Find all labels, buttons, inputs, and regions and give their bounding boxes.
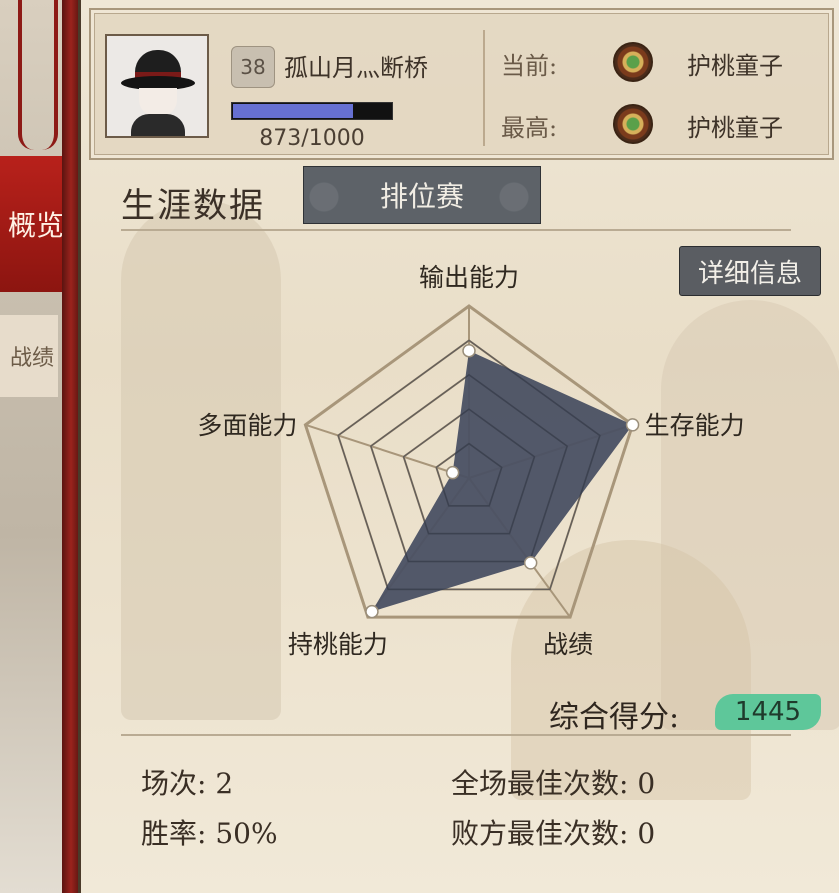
tab-overview[interactable]: 概览 (0, 156, 70, 292)
stat-matches: 场次: 2 (141, 767, 234, 800)
radar-axis-label: 输出能力 (419, 263, 519, 292)
current-rank-label: 当前: (501, 52, 558, 80)
stat-win-rate: 胜率: 50% (141, 817, 278, 850)
score-label: 综合得分: (549, 700, 680, 735)
exp-progress-fill (233, 104, 353, 118)
radar-point-2 (625, 418, 640, 432)
radar-point-3 (523, 556, 538, 570)
background-mountain (511, 540, 751, 800)
current-rank-name: 护桃童子 (687, 52, 783, 80)
divider (121, 734, 791, 736)
stat-svp-count: 败方最佳次数: 0 (451, 817, 656, 850)
highest-rank-label: 最高: (501, 114, 558, 142)
player-header: 38 孤山月灬断桥 873/1000 当前: 护桃童子 最高: 护桃童子 (89, 8, 834, 160)
career-panel: 38 孤山月灬断桥 873/1000 当前: 护桃童子 最高: 护桃童子 生涯数… (78, 0, 839, 893)
radar-spoke (468, 423, 633, 479)
mode-tab-ranked[interactable]: 排位赛 (303, 166, 541, 224)
radar-ring (402, 407, 536, 535)
career-title: 生涯数据 (121, 186, 265, 226)
divider (483, 30, 485, 146)
rank-medal-icon (613, 104, 653, 144)
radar-ring (336, 339, 602, 591)
radar-spoke (367, 477, 470, 618)
radar-spoke (305, 423, 470, 479)
radar-point-4 (365, 604, 379, 619)
tab-record[interactable]: 战绩 (0, 315, 58, 397)
stat-mvp-count: 全场最佳次数: 0 (451, 767, 656, 800)
background-mountain (121, 200, 281, 720)
radar-ring-overlay (435, 442, 503, 507)
exp-text: 873/1000 (259, 126, 365, 151)
radar-ring (369, 373, 569, 563)
side-tab-strip: 概览 战绩 (0, 0, 90, 893)
radar-ring (435, 442, 503, 507)
level-badge: 38 (231, 46, 275, 88)
radar-point-1 (462, 343, 476, 358)
rank-medal-icon (613, 42, 653, 82)
radar-axis-label: 持桃能力 (288, 630, 388, 659)
decorative-rope (18, 0, 58, 150)
highest-rank-name: 护桃童子 (687, 114, 783, 142)
radar-point-5 (445, 465, 460, 480)
avatar[interactable] (105, 34, 209, 138)
detail-info-button[interactable]: 详细信息 (679, 246, 821, 296)
score-badge: 1445 (715, 694, 821, 730)
divider (121, 229, 791, 231)
radar-ring-overlay (402, 408, 536, 535)
exp-progress-bar (231, 102, 393, 120)
radar-ring-overlay (369, 373, 569, 563)
player-name: 孤山月灬断桥 (284, 54, 428, 82)
radar-ring-overlay (337, 339, 601, 591)
